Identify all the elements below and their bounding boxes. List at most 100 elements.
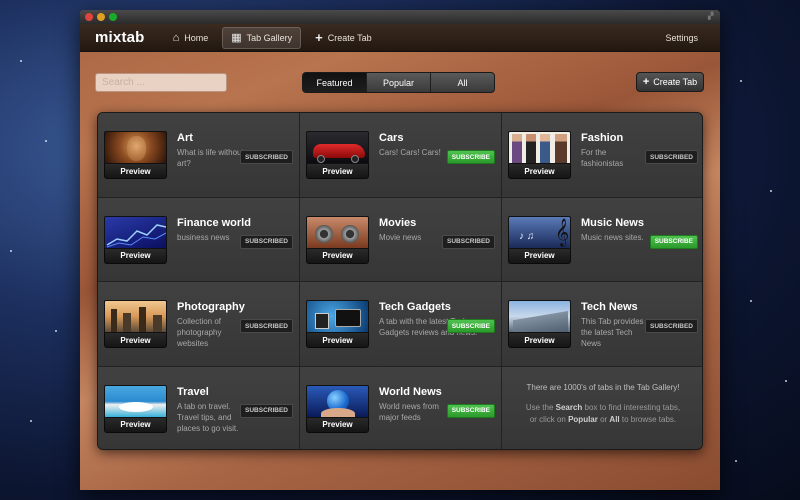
tab-title: Photography — [177, 301, 245, 313]
tab-title: Finance world — [177, 216, 251, 229]
info-title: There are 1000's of tabs in the Tab Gall… — [526, 382, 680, 392]
tab-title: Tech News — [581, 301, 638, 313]
grid-icon: ▦ — [231, 32, 242, 44]
minimize-window-button[interactable] — [97, 13, 105, 21]
subscribe-button[interactable]: SUBSCRIBE — [446, 319, 495, 333]
gallery-toolbar: Featured Popular All + Create Tab — [80, 52, 720, 100]
info-line-browse: or click on Popular or All to browse tab… — [502, 414, 702, 426]
nav-home[interactable]: ⌂ Home — [165, 27, 217, 49]
music-news-thumbnail: 𝄞 ♪ ♫ — [508, 215, 571, 249]
art-thumbnail — [104, 131, 167, 164]
nav-home-label: Home — [184, 32, 209, 43]
tab-description: Cars! Cars! Cars! — [379, 148, 441, 157]
preview-button[interactable]: Preview — [306, 248, 369, 264]
tab-title: Tech Gadgets — [379, 301, 451, 313]
tab-gallery-grid: Preview Art What is life without art? SU… — [97, 112, 703, 450]
movies-thumbnail — [306, 215, 369, 249]
info-text: Use the — [525, 402, 556, 412]
plus-icon: + — [642, 76, 650, 88]
preview-button[interactable]: Preview — [508, 248, 571, 264]
subscribe-button[interactable]: SUBSCRIBE — [446, 403, 495, 418]
tab-card-cars: Preview Cars Cars! Cars! Cars! SUBSCRIBE — [300, 113, 502, 198]
app-window: ▞ mixtab ⌂ Home ▦ Tab Gallery + Create T… — [80, 10, 720, 490]
info-text: or — [597, 414, 610, 424]
preview-button[interactable]: Preview — [104, 164, 167, 179]
preview-button[interactable]: Preview — [508, 164, 571, 179]
info-line-search: Use the Search box to find interesting t… — [502, 402, 702, 414]
tab-description: A tab on travel. Travel tips, and places… — [177, 401, 239, 433]
subscribed-button[interactable]: SUBSCRIBED — [442, 234, 495, 249]
nav-create-tab[interactable]: + Create Tab — [307, 27, 379, 49]
filter-featured[interactable]: Featured — [303, 73, 367, 92]
title-bar: ▞ — [80, 10, 720, 24]
create-tab-label: Create Tab — [653, 77, 698, 87]
tab-title: Movies — [379, 216, 417, 229]
subscribed-button[interactable]: SUBSCRIBED — [240, 234, 293, 249]
tab-description: What is life without art? — [177, 148, 244, 168]
settings-link[interactable]: Settings — [665, 33, 698, 43]
tab-description: World news from major feeds — [379, 401, 439, 422]
search-input[interactable] — [95, 73, 227, 92]
tech-news-thumbnail — [508, 300, 571, 333]
filter-popular[interactable]: Popular — [367, 73, 431, 92]
finance-world-thumbnail — [104, 215, 167, 249]
tab-title: Art — [177, 132, 193, 144]
nav-bar: mixtab ⌂ Home ▦ Tab Gallery + Create Tab… — [80, 24, 720, 52]
preview-button[interactable]: Preview — [508, 333, 571, 348]
subscribed-button[interactable]: SUBSCRIBED — [645, 319, 698, 333]
info-text: box to find interesting tabs, — [582, 402, 681, 412]
tab-card-photography: Preview Photography Collection of photog… — [98, 282, 300, 367]
info-popular-keyword: Popular — [568, 414, 598, 424]
tab-description: Collection of photography websites — [177, 317, 222, 348]
subscribed-button[interactable]: SUBSCRIBED — [240, 150, 293, 164]
subscribed-button[interactable]: SUBSCRIBED — [645, 150, 698, 164]
tab-description: This Tab provides the latest Tech News — [581, 317, 644, 348]
preview-button[interactable]: Preview — [104, 417, 167, 433]
resize-grip-icon[interactable]: ▞ — [708, 13, 716, 21]
nav-tab-gallery-label: Tab Gallery — [246, 32, 293, 43]
tab-title: Travel — [177, 385, 209, 398]
tech-gadgets-thumbnail — [306, 300, 369, 333]
tab-description: Music news sites. — [581, 232, 644, 242]
nav-create-tab-label: Create Tab — [327, 32, 372, 43]
info-search-keyword: Search — [555, 402, 583, 412]
fashion-thumbnail — [508, 131, 571, 164]
close-window-button[interactable] — [85, 13, 93, 21]
preview-button[interactable]: Preview — [306, 164, 369, 179]
tab-card-movies: Preview Movies Movie news SUBSCRIBED — [300, 197, 502, 282]
filter-segmented-control: Featured Popular All — [302, 72, 495, 93]
tab-card-music-news: 𝄞 ♪ ♫ Preview Music News Music news site… — [502, 197, 702, 282]
preview-button[interactable]: Preview — [306, 333, 369, 348]
world-news-thumbnail — [306, 384, 369, 418]
tab-card-fashion: Preview Fashion For the fashionistas SUB… — [502, 113, 702, 198]
tab-description: For the fashionistas — [581, 148, 624, 168]
zoom-window-button[interactable] — [109, 13, 117, 21]
info-text: or click on — [529, 414, 569, 424]
home-icon: ⌂ — [172, 31, 180, 44]
tab-card-art: Preview Art What is life without art? SU… — [98, 113, 300, 198]
preview-button[interactable]: Preview — [104, 248, 167, 264]
photography-thumbnail — [104, 300, 167, 333]
nav-tab-gallery[interactable]: ▦ Tab Gallery — [222, 26, 302, 49]
preview-button[interactable]: Preview — [306, 417, 369, 433]
tab-title: Music News — [581, 216, 644, 229]
cars-thumbnail — [306, 131, 369, 164]
subscribe-button[interactable]: SUBSCRIBE — [649, 234, 698, 249]
plus-icon: + — [315, 30, 323, 45]
create-tab-button[interactable]: + Create Tab — [636, 72, 704, 92]
info-all-keyword: All — [609, 414, 620, 424]
info-text: to browse tabs. — [619, 414, 677, 424]
subscribe-button[interactable]: SUBSCRIBE — [446, 150, 495, 164]
tab-description: business news — [177, 232, 230, 242]
subscribed-button[interactable]: SUBSCRIBED — [240, 403, 293, 418]
tab-card-world-news: Preview World News World news from major… — [300, 366, 502, 449]
tab-card-tech-news: Preview Tech News This Tab provides the … — [502, 282, 702, 367]
filter-all[interactable]: All — [431, 73, 494, 92]
tab-title: Cars — [379, 132, 404, 144]
tab-card-travel: Preview Travel A tab on travel. Travel t… — [98, 366, 300, 449]
preview-button[interactable]: Preview — [104, 333, 167, 348]
subscribed-button[interactable]: SUBSCRIBED — [240, 319, 293, 333]
gallery-info-panel: There are 1000's of tabs in the Tab Gall… — [502, 366, 702, 449]
app-logo: mixtab — [95, 29, 145, 46]
travel-thumbnail — [104, 384, 167, 418]
